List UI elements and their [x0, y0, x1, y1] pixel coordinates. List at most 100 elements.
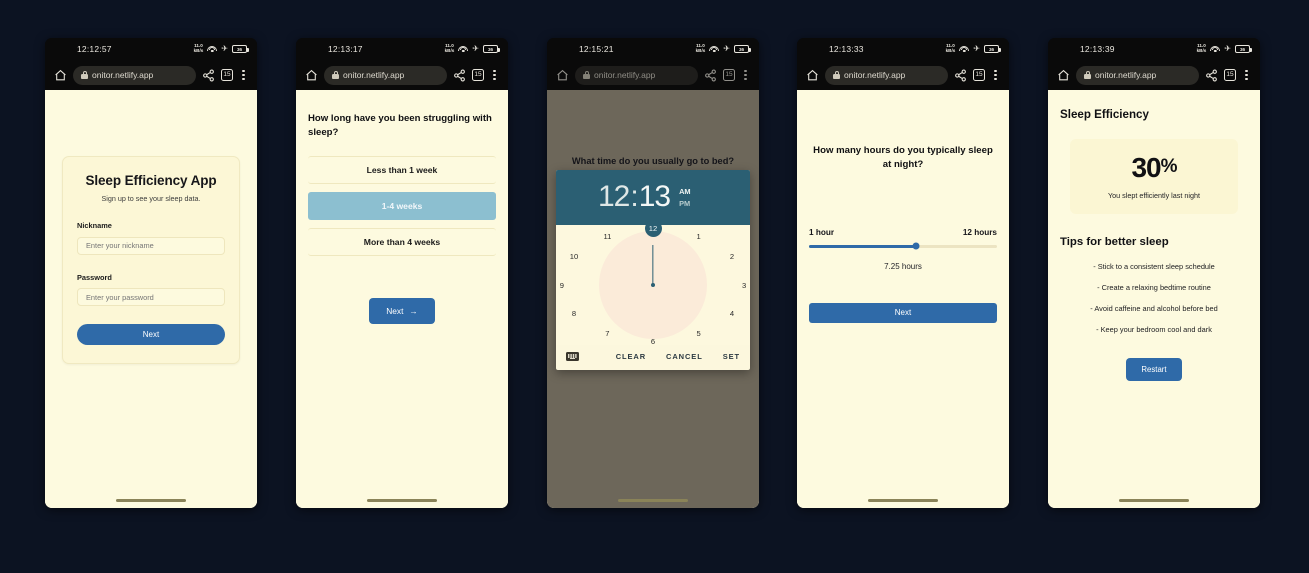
address-bar[interactable]: onitor.netlify.app: [73, 65, 196, 85]
duration-page: How long have you been struggling with s…: [296, 90, 508, 508]
next-button[interactable]: Next →: [369, 297, 435, 324]
overflow-menu-icon[interactable]: [1242, 70, 1251, 80]
status-bar-clock: 12:13:17: [328, 44, 363, 54]
tab-switcher-icon[interactable]: 15: [221, 69, 233, 81]
keyboard-icon[interactable]: [566, 352, 579, 361]
set-button[interactable]: SET: [723, 352, 740, 361]
clock-number-7[interactable]: 7: [600, 326, 615, 341]
tip-item: - Stick to a consistent sleep schedule: [1093, 262, 1215, 271]
clock-number-6[interactable]: 6: [646, 334, 661, 349]
overflow-menu-icon[interactable]: [741, 70, 750, 80]
browser-toolbar: onitor.netlify.app 15: [296, 60, 508, 90]
battery-icon: 36: [483, 45, 500, 53]
time-picker-header: 12 : 13 AM PM: [556, 170, 750, 225]
browser-toolbar: onitor.netlify.app 15: [1048, 60, 1260, 90]
clock-number-1[interactable]: 1: [691, 229, 706, 244]
home-icon[interactable]: [806, 69, 819, 82]
network-speed-icon: 11.0 kB/s: [193, 43, 204, 53]
clock-number-10[interactable]: 10: [567, 249, 582, 264]
share-icon[interactable]: [704, 69, 717, 82]
next-button-label: Next: [386, 305, 404, 316]
password-label: Password: [77, 272, 112, 282]
clock-number-4[interactable]: 4: [724, 306, 739, 321]
slider-thumb[interactable]: [912, 242, 920, 250]
gesture-nav-bar[interactable]: [547, 492, 759, 508]
lock-icon: [332, 71, 339, 79]
home-icon[interactable]: [305, 69, 318, 82]
overflow-menu-icon[interactable]: [991, 70, 1000, 80]
share-icon[interactable]: [453, 69, 466, 82]
network-speed-icon: 11.0 kB/s: [444, 43, 455, 53]
option-less-than-1-week[interactable]: Less than 1 week: [308, 155, 496, 184]
clock-face[interactable]: 1 2 3 4 5 6 7 8 9 10 11 12: [556, 220, 750, 346]
share-icon[interactable]: [1205, 69, 1218, 82]
overflow-menu-icon[interactable]: [490, 70, 499, 80]
network-speed-icon: 11.0 kB/s: [945, 43, 956, 53]
tips-title: Tips for better sleep: [1060, 236, 1169, 248]
hours-slider[interactable]: 1 hour 12 hours 7.25 hours: [809, 228, 997, 271]
clock-number-3[interactable]: 3: [737, 278, 750, 293]
airplane-mode-icon: ✈: [221, 44, 228, 53]
network-speed-icon: 11.0 kB/s: [1196, 43, 1207, 53]
tab-switcher-icon[interactable]: 15: [973, 69, 985, 81]
clock-number-8[interactable]: 8: [567, 306, 582, 321]
password-input[interactable]: [77, 288, 225, 306]
nickname-input[interactable]: [77, 236, 225, 255]
option-more-than-4-weeks[interactable]: More than 4 weeks: [308, 227, 496, 256]
gesture-nav-bar[interactable]: [45, 492, 257, 508]
page-title: Sleep Efficiency App: [85, 173, 217, 188]
address-bar[interactable]: onitor.netlify.app: [1076, 65, 1199, 85]
web-viewport: How many hours do you typically sleep at…: [797, 90, 1009, 508]
battery-icon: 36: [232, 45, 249, 53]
clock-number-12[interactable]: 12: [644, 220, 662, 238]
status-bar-clock: 12:13:39: [1080, 44, 1115, 54]
clock-number-2[interactable]: 2: [724, 249, 739, 264]
efficiency-percent: 30%: [1078, 152, 1230, 184]
next-button[interactable]: Next: [77, 324, 225, 345]
address-bar[interactable]: onitor.netlify.app: [825, 65, 948, 85]
status-bar: 12:13:39 11.0 kB/s ✈ 36: [1048, 38, 1260, 60]
lock-icon: [81, 71, 88, 79]
screenshot-canvas: 12:12:57 11.0 kB/s ✈ 36 onitor.netlify.a…: [0, 0, 1309, 573]
wifi-icon: [1210, 45, 1221, 53]
tab-switcher-icon[interactable]: 15: [723, 69, 735, 81]
clear-button[interactable]: CLEAR: [616, 352, 646, 361]
clock-number-5[interactable]: 5: [691, 326, 706, 341]
next-button[interactable]: Next: [809, 302, 997, 323]
question-text: What time do you usually go to bed?: [571, 156, 735, 166]
minute-value[interactable]: 13: [639, 180, 671, 214]
gesture-nav-bar[interactable]: [296, 492, 508, 508]
battery-icon: 36: [1235, 45, 1252, 53]
slider-track[interactable]: [809, 242, 997, 250]
share-icon[interactable]: [202, 69, 215, 82]
tip-item: - Keep your bedroom cool and dark: [1096, 325, 1212, 334]
cancel-button[interactable]: CANCEL: [666, 352, 703, 361]
wifi-icon: [959, 45, 970, 53]
address-bar[interactable]: onitor.netlify.app: [575, 65, 698, 85]
home-icon[interactable]: [1057, 69, 1070, 82]
phone-frame-hours: 12:13:33 11.0 kB/s ✈ 36 onitor.netlify.a…: [797, 38, 1009, 508]
url-text: onitor.netlify.app: [1095, 70, 1157, 80]
share-icon[interactable]: [954, 69, 967, 82]
tab-switcher-icon[interactable]: 15: [472, 69, 484, 81]
overflow-menu-icon[interactable]: [239, 70, 248, 80]
web-viewport: What time do you usually go to bed? 12 :…: [547, 90, 759, 508]
phone-frame-results: 12:13:39 11.0 kB/s ✈ 36 onitor.netlify.a…: [1048, 38, 1260, 508]
address-bar[interactable]: onitor.netlify.app: [324, 65, 447, 85]
am-option[interactable]: AM: [679, 187, 691, 196]
pm-option[interactable]: PM: [679, 199, 691, 208]
hour-value[interactable]: 12: [598, 180, 630, 214]
clock-number-11[interactable]: 11: [600, 229, 615, 244]
status-bar: 12:13:17 11.0 kB/s ✈ 36: [296, 38, 508, 60]
page-title: Sleep Efficiency: [1060, 108, 1149, 121]
option-1-4-weeks[interactable]: 1-4 weeks: [308, 191, 496, 220]
home-icon[interactable]: [556, 69, 569, 82]
gesture-nav-bar[interactable]: [797, 492, 1009, 508]
tab-switcher-icon[interactable]: 15: [1224, 69, 1236, 81]
restart-button[interactable]: Restart: [1126, 358, 1182, 381]
clock-number-9[interactable]: 9: [556, 278, 569, 293]
question-text: How long have you been struggling with s…: [308, 113, 492, 138]
gesture-nav-bar[interactable]: [1048, 492, 1260, 508]
home-icon[interactable]: [54, 69, 67, 82]
lock-icon: [1084, 71, 1091, 79]
